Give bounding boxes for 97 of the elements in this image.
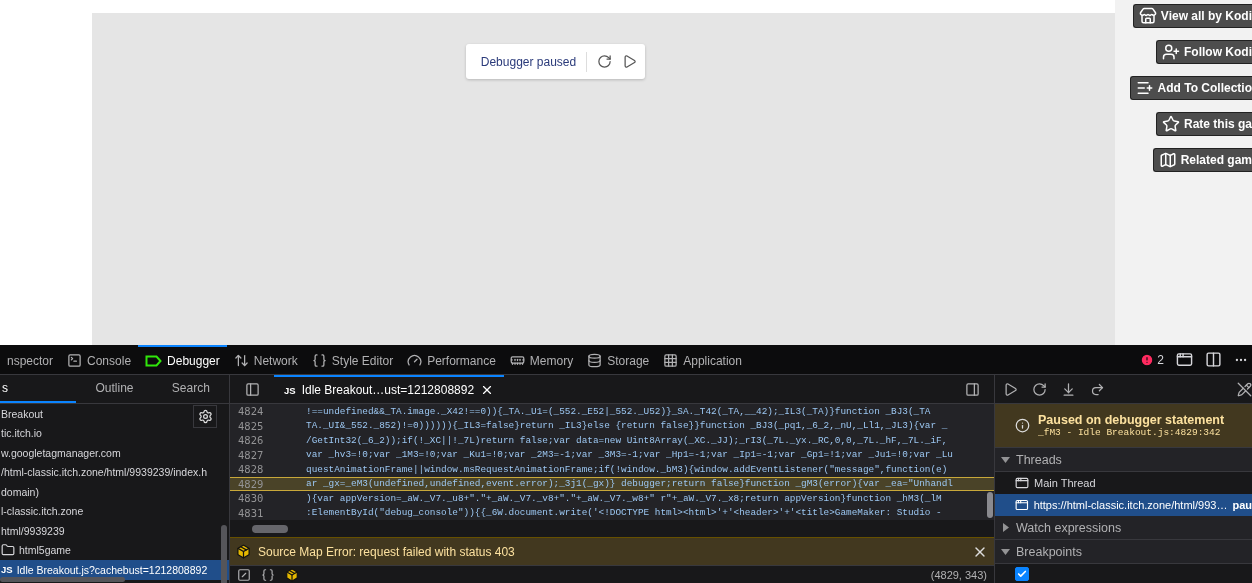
step-out-icon[interactable] bbox=[1090, 381, 1105, 397]
devtools-tab[interactable]: Console bbox=[60, 345, 139, 374]
line-number: 4828 bbox=[237, 463, 265, 476]
source-tree-item[interactable]: w.googletagmanager.com bbox=[0, 443, 229, 463]
columns-icon[interactable] bbox=[1205, 351, 1222, 368]
window-icon bbox=[1015, 498, 1029, 512]
devtools-tab[interactable]: Memory bbox=[502, 345, 581, 374]
cursor-position: (4829, 343) bbox=[930, 568, 987, 581]
file-type-label: JS bbox=[1, 564, 13, 576]
devtools-tab[interactable]: Application bbox=[656, 345, 749, 374]
panel-tab[interactable]: Outline bbox=[76, 375, 153, 403]
terminal-icon bbox=[67, 353, 83, 368]
section-header[interactable]: Breakpoints bbox=[995, 540, 1252, 564]
devtools-tab[interactable]: Storage bbox=[580, 345, 657, 374]
tag-icon bbox=[145, 354, 163, 367]
window-icon bbox=[1015, 476, 1029, 490]
warning-message: Source Map Error: request failed with status 403 bbox=[258, 544, 516, 559]
source-tree-item[interactable]: JS Idle Breakout.js?cachebust=1212808892 bbox=[0, 560, 229, 580]
code-line: TA._UI&_552._852)!=0)))))){_IL3=false}return _IL3}else {return false}}function _BJ3(_pq1,_6_2,_nU,_Ll1,_JL3){var _ bbox=[305, 420, 948, 432]
line-number: 4825 bbox=[237, 419, 265, 432]
window-icon[interactable] bbox=[1176, 351, 1193, 368]
triangle-icon bbox=[1001, 547, 1010, 556]
source-tree-item[interactable]: l-classic.itch.zone bbox=[0, 501, 229, 521]
memory-chip-icon bbox=[509, 353, 525, 368]
code-line: ar _gx=_eM3(undefined,undefined,event.error);_3j1(_gx)} debugger;return false}function _gM3(error){var _ea="Unhandl bbox=[305, 478, 953, 490]
resume-icon[interactable] bbox=[1003, 381, 1018, 397]
up-down-arrows-icon bbox=[233, 353, 249, 368]
action-button[interactable]: Follow Kodi bbox=[1156, 40, 1252, 64]
checkbox[interactable] bbox=[1015, 567, 1029, 581]
line-number: 4826 bbox=[237, 434, 265, 447]
action-button[interactable]: Related gam bbox=[1152, 148, 1252, 172]
panel-tab[interactable]: Search bbox=[152, 375, 229, 403]
step-over-icon[interactable] bbox=[1032, 381, 1047, 397]
action-button[interactable]: View all by Kodi bbox=[1132, 4, 1252, 28]
code-line: questAnimationFrame||window.msRequestAnimationFrame;if(!window._bM3){window.addEventListener("message",function(e) bbox=[305, 463, 948, 475]
paused-location: _fM3 - Idle Breakout.js:4829:342 bbox=[1038, 427, 1222, 438]
package-icon[interactable] bbox=[285, 567, 299, 582]
source-tree-item[interactable]: html/9939239 bbox=[0, 521, 229, 541]
devtools-tab[interactable]: Style Editor bbox=[304, 345, 401, 374]
braces-icon bbox=[311, 353, 327, 368]
paused-title: Paused on debugger statement bbox=[1038, 413, 1225, 427]
thread-item[interactable]: https://html-classic.itch.zone/html/993… pau bbox=[995, 494, 1252, 516]
triangle-icon bbox=[1001, 455, 1010, 464]
source-tree-item[interactable]: tic.itch.io bbox=[0, 423, 229, 443]
star-icon bbox=[1162, 115, 1180, 133]
error-icon bbox=[1140, 352, 1155, 367]
line-number: 4831 bbox=[237, 506, 265, 519]
slashed-square-icon[interactable] bbox=[237, 567, 251, 582]
source-tree-item[interactable]: domain) bbox=[0, 482, 229, 502]
code-line: /GetInt32(_6_2));if(!_XC||!_7L)return false;var data=new Uint8Array(_XC._JJ);_rI3(_7L._yx._RC,0,0,_7L._hF,_7L._iF, bbox=[305, 434, 948, 446]
scrollbar-thumb[interactable] bbox=[252, 524, 288, 533]
code-line: ){var appVersion=_aW._V7._u8+"."+_aW._V7._v8+"."+_aW._V7._w8+" r"+_aW._V7._x8;return appVersion}function _hM3(_lM bbox=[305, 492, 942, 504]
triangle-icon bbox=[1001, 523, 1010, 532]
grid-icon bbox=[663, 353, 679, 368]
database-icon bbox=[587, 353, 603, 368]
devtools-tab[interactable]: Network bbox=[226, 345, 305, 374]
scrollbar-thumb[interactable] bbox=[987, 492, 993, 518]
section-header[interactable]: Watch expressions bbox=[995, 516, 1252, 540]
store-icon bbox=[1138, 7, 1157, 25]
overlay-label: Debugger paused bbox=[480, 54, 577, 69]
list-plus-icon bbox=[1135, 79, 1154, 97]
devtools-tab[interactable]: Performance bbox=[400, 345, 503, 374]
action-button[interactable]: Rate this ga bbox=[1156, 112, 1252, 136]
slashed-pencil-icon[interactable] bbox=[1237, 381, 1252, 397]
braces-icon[interactable] bbox=[261, 567, 275, 582]
gauge-icon bbox=[407, 353, 423, 368]
line-number: 4829 bbox=[237, 477, 265, 490]
scrollbar-thumb[interactable] bbox=[0, 577, 125, 582]
error-count[interactable]: 2 bbox=[1140, 352, 1164, 367]
settings-icon bbox=[197, 409, 213, 424]
package-icon bbox=[236, 544, 251, 559]
thread-status: pau bbox=[1232, 499, 1252, 511]
file-type-label: JS bbox=[284, 384, 296, 396]
user-plus-icon bbox=[1162, 43, 1180, 61]
settings-button[interactable] bbox=[193, 405, 217, 428]
panel-left-icon bbox=[244, 381, 260, 397]
folder-icon bbox=[1, 543, 15, 558]
panel-tab[interactable]: s bbox=[0, 375, 77, 403]
panel-right-icon bbox=[964, 381, 980, 397]
code-line: var _hv3=!0;var _1M3=!0;var _Ku1=!0;var _2M3=-1;var _3M3=-1;var _Hp1=-1;var _Ip1=-1;var _Gp1=!1;var _Ju1=!0;var _Lu bbox=[305, 449, 953, 461]
section-header[interactable]: Threads bbox=[995, 448, 1252, 472]
source-tree-item[interactable]: Breakout bbox=[0, 404, 229, 424]
info-icon bbox=[1015, 418, 1030, 433]
step-over-icon[interactable] bbox=[597, 54, 613, 69]
step-in-icon[interactable] bbox=[1061, 381, 1076, 397]
line-number: 4824 bbox=[237, 405, 265, 418]
code-line: !==undefined&&_TA.image._X42!==0)){_TA._U1=(_552._E52|_552._U52)}_SA._T42(_TA,__42);_IL3(_TA)}function _BJ3(_TA bbox=[305, 405, 931, 417]
line-number: 4830 bbox=[237, 492, 265, 505]
source-tree-item[interactable]: /html-classic.itch.zone/html/9939239/index.h bbox=[0, 462, 229, 482]
resume-icon[interactable] bbox=[622, 54, 638, 69]
map-icon bbox=[1158, 151, 1177, 169]
scrollbar-thumb[interactable] bbox=[221, 525, 227, 583]
action-button[interactable]: Add To Collectio bbox=[1129, 76, 1252, 100]
devtools-tab[interactable]: nspector bbox=[0, 345, 61, 374]
source-tree-item[interactable]: html5game bbox=[0, 540, 229, 560]
line-number: 4827 bbox=[237, 448, 265, 461]
code-line: :ElementById("debug_console")){{_6W.document.write('<!DOCTYPE html><html>'+'<header>'+'<title>GameMaker: Studio - bbox=[305, 507, 943, 519]
